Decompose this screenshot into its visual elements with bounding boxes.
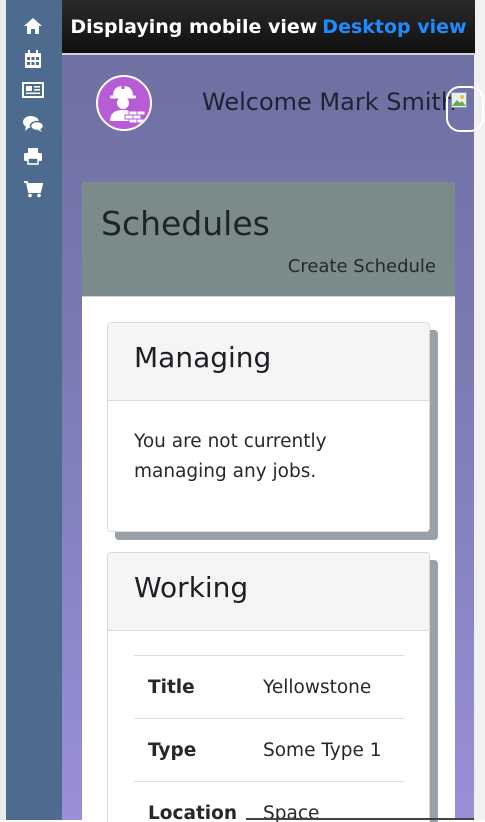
- managing-message: You are not currently managing any jobs.: [134, 427, 414, 487]
- welcome-message: Welcome Mark Smith: [202, 88, 456, 116]
- row-value: Yellowstone: [255, 656, 404, 719]
- working-title: Working: [134, 571, 248, 604]
- desktop-view-link[interactable]: Desktop view: [322, 16, 466, 38]
- mobile-view-text: Displaying mobile view: [70, 16, 317, 38]
- row-value: Space: [255, 782, 404, 822]
- comments-icon[interactable]: [22, 114, 44, 134]
- schedules-panel: Schedules Create Schedule Managing You a…: [82, 182, 455, 822]
- row-key: Title: [134, 656, 255, 719]
- sidebar: [6, 0, 62, 820]
- managing-card-header: Managing: [108, 323, 429, 401]
- broken-image-icon: [451, 92, 467, 108]
- working-details-table: Title Yellowstone Type Some Type 1 Locat…: [134, 655, 404, 822]
- row-key: Location: [134, 782, 255, 822]
- create-schedule-link[interactable]: Create Schedule: [288, 256, 436, 277]
- table-row: Location Space: [134, 782, 404, 822]
- page-title: Schedules: [101, 204, 270, 243]
- table-row: Type Some Type 1: [134, 719, 404, 782]
- row-key: Type: [134, 719, 255, 782]
- calendar-icon[interactable]: [22, 49, 44, 69]
- managing-card: Managing You are not currently managing …: [107, 322, 430, 532]
- view-mode-bar: Displaying mobile view Desktop view: [62, 0, 475, 55]
- managing-title: Managing: [134, 341, 271, 374]
- working-card-header: Working: [108, 553, 429, 631]
- home-icon[interactable]: [22, 16, 44, 36]
- schedules-header: Schedules Create Schedule: [82, 182, 455, 297]
- user-avatar[interactable]: [96, 75, 152, 131]
- working-card: Working Title Yellowstone Type Some Type…: [107, 552, 430, 822]
- print-icon[interactable]: [22, 146, 44, 166]
- row-value: Some Type 1: [255, 719, 404, 782]
- cart-icon[interactable]: [22, 179, 44, 199]
- worker-icon: [98, 77, 150, 129]
- profile-image[interactable]: [446, 86, 484, 132]
- table-row: Title Yellowstone: [134, 656, 404, 719]
- newspaper-icon[interactable]: [22, 80, 44, 100]
